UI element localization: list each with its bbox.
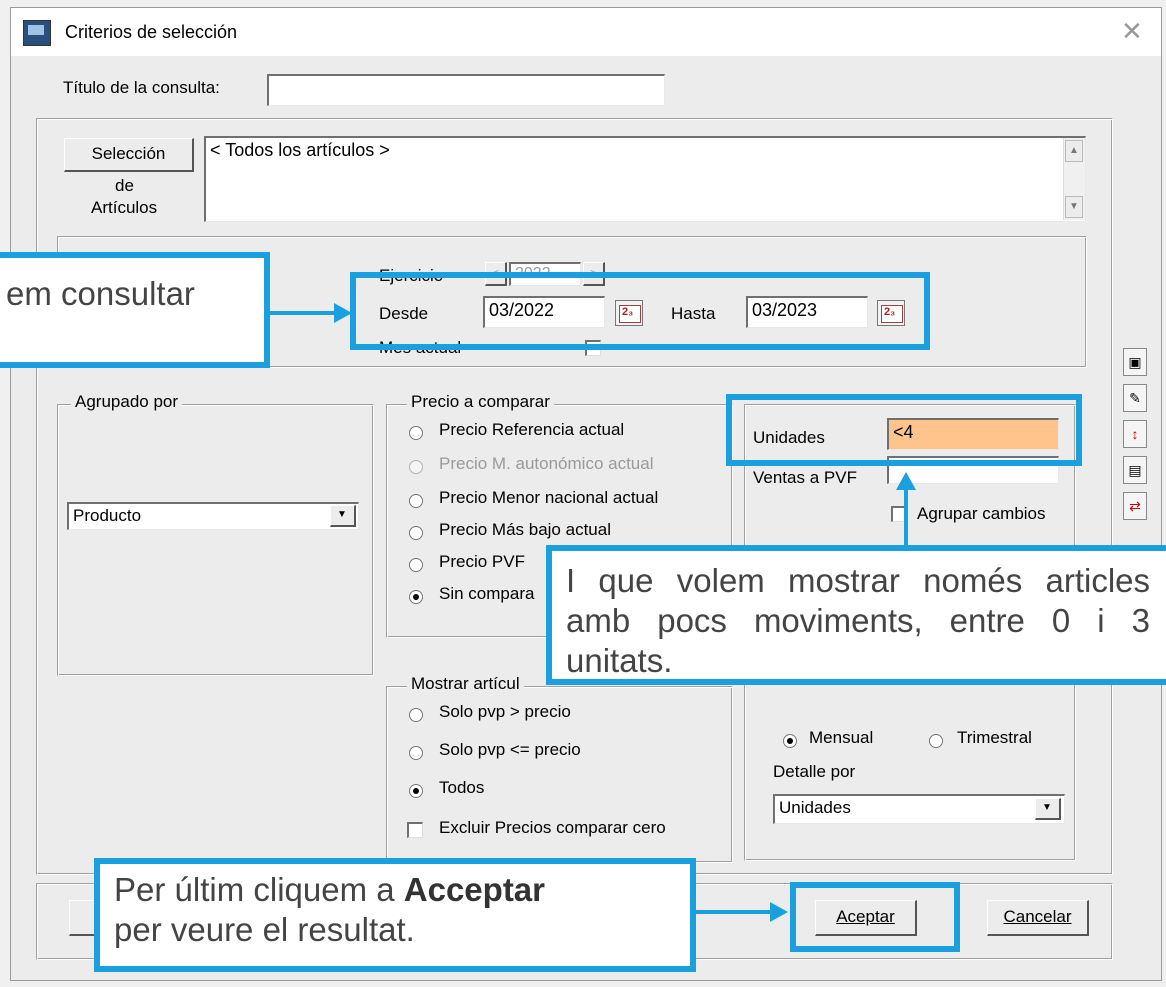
callout-bottom-suffix: per veure el resultat. <box>114 911 415 948</box>
mensual-label: Mensual <box>809 728 874 747</box>
precio-option-label: Precio Más bajo actual <box>439 520 611 539</box>
mostrar-option-label: Solo pvp > precio <box>439 702 571 721</box>
seleccion-label-de: de <box>115 176 134 195</box>
resize-icon[interactable]: ↕ <box>1123 420 1147 448</box>
menubar <box>0 0 1166 6</box>
callout-middle: I que volem mostrar només articles amb p… <box>546 545 1166 685</box>
precio-label: Precio a comparar <box>407 392 554 412</box>
trimestral-label: Trimestral <box>957 728 1032 747</box>
ventas-label: Ventas a PVF <box>753 468 857 487</box>
app-icon <box>23 20 51 46</box>
mostrar-option-label: Solo pvp <= precio <box>439 740 581 759</box>
articulos-scrollbar[interactable]: ▲ ▼ <box>1063 138 1085 220</box>
agrupado-frame <box>57 404 374 676</box>
precio-option-label: Precio Referencia actual <box>439 420 625 439</box>
callout-middle-text: I que volem mostrar només articles amb p… <box>566 562 1150 679</box>
excluir-label: Excluir Precios comparar cero <box>439 818 666 837</box>
precio-option-radio[interactable] <box>409 590 423 604</box>
callout-bottom-arrow <box>696 910 772 914</box>
precio-option-radio[interactable] <box>409 526 423 540</box>
aceptar-highlight <box>790 882 960 952</box>
precio-option-radio[interactable] <box>409 460 423 474</box>
mostrar-option-radio[interactable] <box>409 784 423 798</box>
title-bar: Criterios de selección ✕ <box>11 8 1161 56</box>
criterios-dialog: Criterios de selección ✕ Título de la co… <box>10 7 1162 981</box>
agrupado-select[interactable]: Producto <box>67 502 359 530</box>
scroll-up-icon[interactable]: ▲ <box>1065 140 1083 162</box>
edit-icon[interactable]: ✎ <box>1123 384 1147 412</box>
scroll-down-icon[interactable]: ▼ <box>1065 196 1083 218</box>
mostrar-option-radio[interactable] <box>409 708 423 722</box>
agrupado-label: Agrupado por <box>71 392 183 412</box>
consulta-input[interactable] <box>267 74 665 106</box>
precio-option-label: Precio M. autonómico actual <box>439 454 654 473</box>
mostrar-option-label: Todos <box>439 778 485 797</box>
agrupar-cambios-label: Agrupar cambios <box>917 504 1046 523</box>
excluir-checkbox[interactable] <box>407 822 423 838</box>
mostrar-option-radio[interactable] <box>409 746 423 760</box>
articulos-list[interactable]: < Todos los artículos > <box>204 136 1086 222</box>
precio-option-radio[interactable] <box>409 426 423 440</box>
save-icon[interactable]: ▣ <box>1123 348 1147 376</box>
precio-option-radio[interactable] <box>409 494 423 508</box>
articulos-list-value: < Todos los artículos > <box>210 140 390 160</box>
callout-top: em consultar <box>0 252 270 368</box>
unidades-highlight <box>726 394 1082 466</box>
arrow-right-icon <box>770 902 788 922</box>
cancelar-button[interactable]: Cancelar <box>987 900 1089 936</box>
seleccion-articulos-button[interactable]: Selección <box>64 138 194 172</box>
chevron-down-icon[interactable] <box>330 505 356 527</box>
callout-bottom-prefix: Per últim cliquem a <box>114 871 404 908</box>
precio-option-radio[interactable] <box>409 558 423 572</box>
seleccion-label-articulos: Artículos <box>91 198 158 217</box>
chevron-down-icon[interactable] <box>1035 798 1061 820</box>
periodo-highlight <box>350 272 930 350</box>
precio-option-label: Precio PVF <box>439 552 525 571</box>
arrow-up-icon <box>896 472 916 490</box>
consulta-label: Título de la consulta: <box>63 78 220 97</box>
detalle-select[interactable]: Unidades <box>773 794 1065 824</box>
close-icon[interactable]: ✕ <box>1121 16 1143 47</box>
callout-bottom-bold: Acceptar <box>403 871 545 908</box>
callout-bottom: Per últim cliquem a Acceptar per veure e… <box>94 858 696 972</box>
callout-top-text: em consultar <box>6 275 195 312</box>
trimestral-radio[interactable] <box>929 734 943 748</box>
callout-middle-arrow <box>904 488 908 548</box>
print-icon[interactable]: ▤ <box>1123 456 1147 484</box>
mostrar-label: Mostrar artícul <box>407 674 524 694</box>
window-title: Criterios de selección <box>65 22 238 42</box>
mensual-radio[interactable] <box>783 734 797 748</box>
precio-option-label: Sin compara <box>439 584 535 603</box>
detalle-label: Detalle por <box>773 762 856 781</box>
precio-option-label: Precio Menor nacional actual <box>439 488 659 507</box>
export-icon[interactable]: ⇄ <box>1123 492 1147 520</box>
callout-top-arrow <box>270 311 336 315</box>
